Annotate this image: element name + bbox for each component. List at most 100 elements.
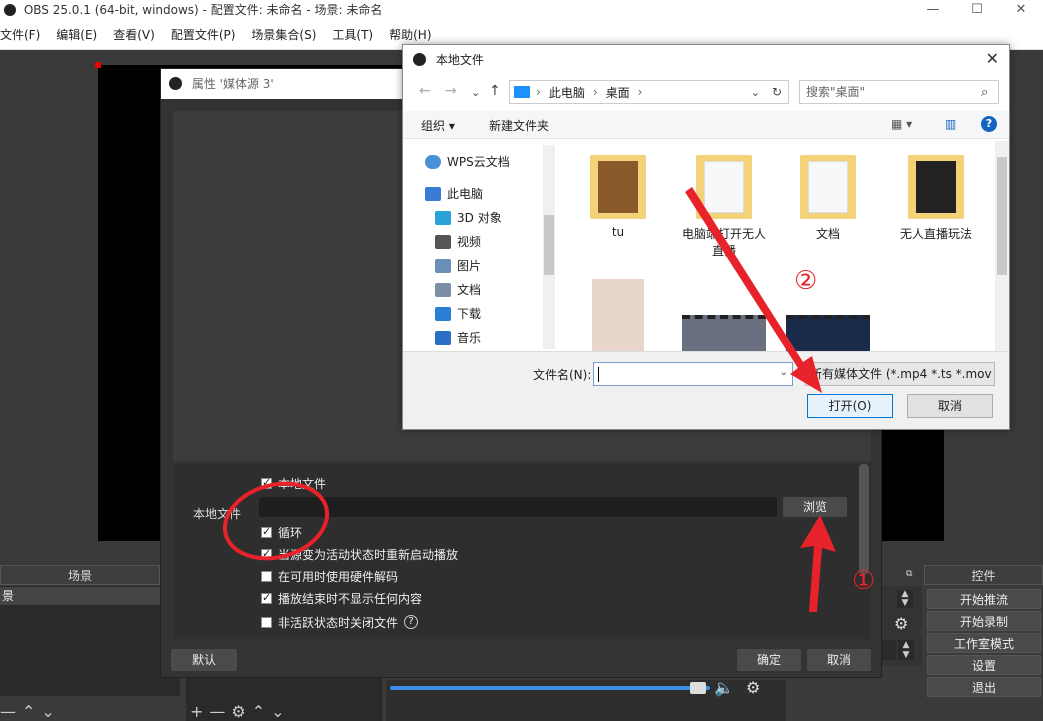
file-type-select[interactable]: 所有媒体文件 (*.mp4 *.ts *.mov bbox=[805, 362, 995, 386]
scene-list-item[interactable]: 景 bbox=[0, 587, 160, 605]
local-file-path-input[interactable] bbox=[259, 497, 777, 517]
address-dropdown-icon[interactable]: ⌄ bbox=[751, 86, 760, 99]
local-file-checkbox[interactable]: 本地文件 bbox=[261, 474, 326, 492]
folder-icon bbox=[696, 155, 752, 219]
filename-dropdown-icon[interactable]: ⌄ bbox=[780, 367, 788, 378]
tree-item-videos[interactable]: 视频 bbox=[435, 233, 481, 250]
tree-item-wps-cloud[interactable]: WPS云文档 bbox=[425, 153, 510, 170]
menu-tools[interactable]: 工具(T) bbox=[332, 26, 373, 43]
mute-speaker-icon[interactable]: 🔈 bbox=[714, 678, 734, 697]
file-item-documents[interactable]: 文档 bbox=[783, 155, 873, 242]
help-icon[interactable]: ? bbox=[404, 615, 419, 629]
maximize-icon[interactable]: ☐ bbox=[955, 0, 999, 20]
close-icon[interactable]: ✕ bbox=[999, 0, 1043, 20]
exit-button[interactable]: 退出 bbox=[927, 677, 1041, 697]
move-down-icon[interactable]: ⌄ bbox=[41, 702, 60, 721]
new-folder-button[interactable]: 新建文件夹 bbox=[489, 117, 549, 134]
spin-box-up-down[interactable]: ▲ ▼ bbox=[897, 590, 913, 608]
sources-toolbar[interactable]: +—⚙⌃⌄ bbox=[190, 702, 291, 721]
organize-button[interactable]: 组织 ▾ bbox=[421, 117, 455, 134]
open-button[interactable]: 打开(O) bbox=[807, 394, 893, 418]
dock-float-icon[interactable]: ⧉ bbox=[906, 569, 912, 579]
properties-scrollbar[interactable] bbox=[859, 464, 869, 574]
file-item-video-1[interactable] bbox=[679, 315, 769, 353]
tree-item-documents[interactable]: 文档 bbox=[435, 281, 481, 298]
address-bar[interactable]: › 此电脑 › 桌面 › ⌄ ↻ bbox=[509, 80, 789, 104]
refresh-icon[interactable]: ↻ bbox=[772, 85, 782, 99]
hardware-decode-checkbox[interactable]: 在可用时使用硬件解码 bbox=[261, 567, 398, 585]
file-item-video-2[interactable] bbox=[783, 315, 873, 353]
add-source-icon[interactable]: + bbox=[190, 702, 209, 721]
search-icon[interactable]: ⌕ bbox=[981, 85, 988, 100]
close-inactive-check-icon[interactable] bbox=[261, 616, 272, 628]
source-handle[interactable] bbox=[95, 62, 101, 68]
ok-button[interactable]: 确定 bbox=[737, 649, 801, 671]
remove-scene-icon[interactable]: — bbox=[0, 702, 22, 721]
start-streaming-button[interactable]: 开始推流 bbox=[927, 589, 1041, 609]
restart-check-icon[interactable] bbox=[261, 547, 272, 560]
transition-gear-icon[interactable]: ⚙ bbox=[894, 614, 908, 633]
file-item-tu[interactable]: tu bbox=[573, 155, 663, 239]
file-list-scroll-thumb[interactable] bbox=[997, 157, 1007, 275]
tree-item-downloads[interactable]: 下载 bbox=[435, 305, 481, 322]
move-up-icon[interactable]: ⌃ bbox=[22, 702, 41, 721]
cloud-icon bbox=[425, 154, 441, 169]
file-item-pc-live[interactable]: 电脑端打开无人直播 bbox=[679, 155, 769, 259]
settings-button[interactable]: 设置 bbox=[927, 655, 1041, 675]
volume-slider[interactable] bbox=[390, 686, 710, 690]
search-input[interactable]: 搜索"桌面" bbox=[799, 80, 999, 104]
properties-cancel-button[interactable]: 取消 bbox=[807, 649, 871, 671]
help-icon[interactable]: ? bbox=[981, 116, 997, 132]
close-when-inactive-checkbox[interactable]: 非活跃状态时关闭文件 ? bbox=[261, 613, 419, 631]
up-arrow-icon[interactable]: ↑ bbox=[489, 83, 501, 99]
file-item-image[interactable] bbox=[573, 279, 663, 353]
menu-help[interactable]: 帮助(H) bbox=[389, 26, 431, 43]
recent-dropdown-icon[interactable]: ⌄ bbox=[471, 86, 480, 99]
mixer-gear-icon[interactable]: ⚙ bbox=[746, 678, 760, 697]
view-options-icon[interactable]: ▦ ▾ bbox=[891, 117, 912, 131]
duration-spin-icon[interactable]: ▲ ▼ bbox=[898, 640, 914, 660]
back-arrow-icon[interactable]: ← bbox=[419, 83, 431, 99]
minimize-icon[interactable]: — bbox=[911, 0, 955, 20]
tree-scroll-thumb[interactable] bbox=[544, 215, 554, 275]
hide-on-end-check-icon[interactable] bbox=[261, 591, 272, 604]
path-this-pc[interactable]: 此电脑 bbox=[549, 84, 585, 101]
remove-source-icon[interactable]: — bbox=[209, 702, 231, 721]
file-list-scrollbar[interactable] bbox=[995, 141, 1009, 353]
menu-file[interactable]: 文件(F) bbox=[0, 26, 40, 43]
loop-check-icon[interactable] bbox=[261, 525, 272, 538]
menu-edit[interactable]: 编辑(E) bbox=[56, 26, 97, 43]
tree-item-this-pc[interactable]: 此电脑 bbox=[425, 185, 483, 202]
tree-item-label: 图片 bbox=[457, 259, 482, 273]
loop-checkbox[interactable]: 循环 bbox=[261, 523, 302, 541]
tree-item-music[interactable]: 音乐 bbox=[435, 329, 481, 346]
scenes-toolbar[interactable]: —⌃⌄ bbox=[0, 702, 61, 721]
menu-profile[interactable]: 配置文件(P) bbox=[171, 26, 236, 43]
local-file-check-icon[interactable] bbox=[261, 476, 272, 489]
hide-on-end-checkbox[interactable]: 播放结束时不显示任何内容 bbox=[261, 589, 422, 607]
restart-on-activate-checkbox[interactable]: 当源变为活动状态时重新启动播放 bbox=[261, 545, 458, 563]
filename-input[interactable]: ⌄ bbox=[593, 362, 793, 386]
menu-view[interactable]: 查看(V) bbox=[113, 26, 155, 43]
source-down-icon[interactable]: ⌄ bbox=[271, 702, 290, 721]
close-icon[interactable]: ✕ bbox=[986, 49, 999, 68]
forward-arrow-icon[interactable]: → bbox=[445, 83, 457, 99]
tree-item-pictures[interactable]: 图片 bbox=[435, 257, 481, 274]
defaults-button[interactable]: 默认 bbox=[171, 649, 237, 671]
tree-scrollbar[interactable] bbox=[543, 145, 555, 349]
source-up-icon[interactable]: ⌃ bbox=[252, 702, 271, 721]
studio-mode-button[interactable]: 工作室模式 bbox=[927, 633, 1041, 653]
file-dialog-cancel-button[interactable]: 取消 bbox=[907, 394, 993, 418]
file-item-live-methods[interactable]: 无人直播玩法 bbox=[891, 155, 981, 242]
start-recording-button[interactable]: 开始录制 bbox=[927, 611, 1041, 631]
preview-pane-icon[interactable]: ▥ bbox=[945, 117, 956, 131]
volume-slider-knob[interactable] bbox=[690, 682, 706, 694]
hw-decode-check-icon[interactable] bbox=[261, 570, 272, 582]
local-file-label: 本地文件 bbox=[193, 507, 242, 521]
path-desktop[interactable]: 桌面 bbox=[606, 84, 630, 101]
source-gear-icon[interactable]: ⚙ bbox=[231, 702, 251, 721]
tree-item-3d-objects[interactable]: 3D 对象 bbox=[435, 209, 502, 226]
menu-scene-collection[interactable]: 场景集合(S) bbox=[251, 26, 316, 43]
duration-field[interactable] bbox=[882, 640, 896, 660]
browse-button[interactable]: 浏览 bbox=[783, 497, 847, 517]
